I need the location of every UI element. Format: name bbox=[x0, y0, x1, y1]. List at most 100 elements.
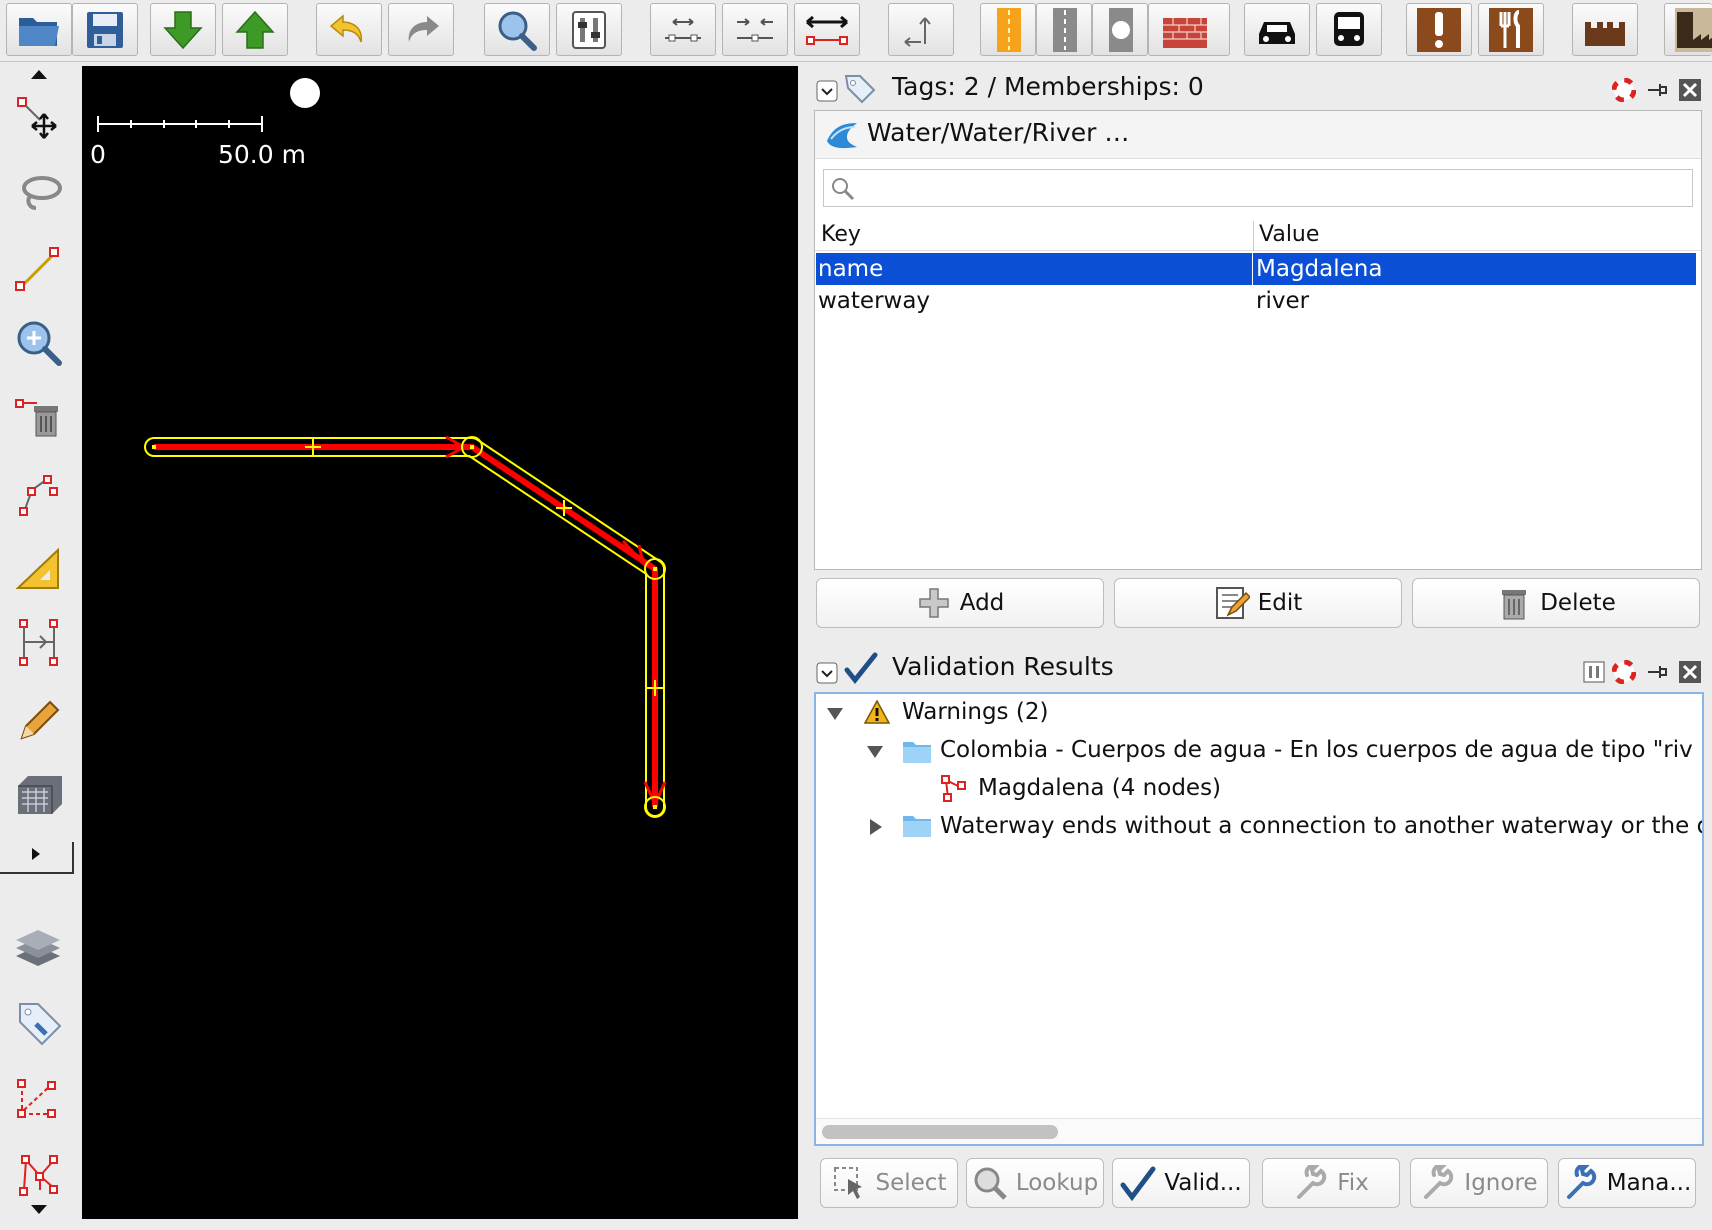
column-header-value[interactable]: Value bbox=[1259, 219, 1319, 251]
fix-button[interactable]: Fix bbox=[1262, 1158, 1400, 1208]
help-icon[interactable] bbox=[1612, 660, 1636, 684]
redo-icon[interactable] bbox=[388, 3, 454, 56]
toolbar-divider bbox=[0, 872, 74, 874]
merge-nodes-icon[interactable] bbox=[722, 3, 788, 56]
collapse-panel-icon[interactable] bbox=[816, 662, 838, 684]
wall-preset-icon[interactable] bbox=[1148, 3, 1230, 56]
building-icon[interactable] bbox=[10, 764, 68, 822]
preset-label: Water/Water/River … bbox=[867, 118, 1130, 147]
tag-value: Magdalena bbox=[1256, 256, 1383, 282]
relation-icon[interactable] bbox=[10, 1070, 68, 1128]
pin-icon[interactable] bbox=[1646, 660, 1670, 684]
select-button[interactable]: Select bbox=[820, 1158, 958, 1208]
zoom-tool-icon[interactable] bbox=[10, 314, 68, 372]
expand-toolbar-icon[interactable] bbox=[30, 846, 42, 862]
delete-tag-button[interactable]: Delete bbox=[1412, 578, 1700, 628]
edit-tag-label: Edit bbox=[1257, 590, 1303, 616]
scale-label: 50.0 m bbox=[218, 140, 306, 169]
collapse-arrow-icon[interactable] bbox=[866, 744, 884, 760]
lookup-button[interactable]: Lookup bbox=[966, 1158, 1104, 1208]
help-icon[interactable] bbox=[1612, 78, 1636, 102]
manage-label: Mana... bbox=[1606, 1170, 1692, 1196]
draw-icon[interactable] bbox=[10, 240, 68, 298]
folder-icon bbox=[903, 816, 931, 837]
warning-item-node[interactable]: Magdalena (4 nodes) bbox=[978, 775, 1221, 801]
restaurant-preset-icon[interactable] bbox=[1478, 3, 1544, 56]
table-row[interactable]: waterway river bbox=[816, 285, 1696, 317]
delete-tool-icon[interactable] bbox=[10, 388, 68, 446]
undo-icon[interactable] bbox=[316, 3, 382, 56]
trash-icon bbox=[1502, 590, 1527, 620]
tag-icon bbox=[844, 75, 876, 104]
scroll-up-icon[interactable] bbox=[30, 68, 48, 80]
emergency-preset-icon[interactable] bbox=[1406, 3, 1472, 56]
wrench-icon bbox=[1424, 1165, 1454, 1199]
scroll-down-icon[interactable] bbox=[30, 1204, 48, 1216]
column-header-key[interactable]: Key bbox=[821, 219, 861, 251]
reverse-way-icon[interactable] bbox=[888, 3, 954, 56]
add-tag-label: Add bbox=[959, 590, 1005, 616]
measure-icon[interactable] bbox=[10, 540, 68, 598]
lookup-icon bbox=[974, 1167, 1007, 1200]
tags-panel: Tags: 2 / Memberships: 0 Water/Water/Riv… bbox=[808, 66, 1708, 636]
tag-search-input[interactable] bbox=[823, 169, 1693, 207]
folder-icon bbox=[903, 742, 931, 763]
preset-header[interactable]: Water/Water/River … bbox=[815, 111, 1701, 159]
extrude-icon[interactable] bbox=[10, 614, 68, 672]
delete-tag-label: Delete bbox=[1540, 590, 1616, 616]
expand-arrow-icon[interactable] bbox=[868, 818, 884, 836]
castle-preset-icon[interactable] bbox=[1572, 3, 1638, 56]
preferences-icon[interactable] bbox=[1582, 660, 1606, 684]
warnings-node[interactable]: Warnings (2) bbox=[902, 699, 1048, 725]
close-panel-icon[interactable] bbox=[1678, 78, 1702, 102]
validator-icon[interactable] bbox=[10, 1146, 68, 1204]
car-preset-icon[interactable] bbox=[1244, 3, 1310, 56]
download-icon[interactable] bbox=[150, 3, 216, 56]
split-tool-icon[interactable] bbox=[10, 464, 68, 522]
map-canvas[interactable] bbox=[82, 66, 798, 1219]
tags-panel-body: Water/Water/River … Key Value name Magda… bbox=[814, 110, 1702, 570]
tags-icon[interactable] bbox=[10, 994, 68, 1052]
road-preset-icon[interactable] bbox=[980, 3, 1036, 56]
river-way[interactable] bbox=[144, 435, 667, 818]
pencil-icon[interactable] bbox=[10, 690, 68, 748]
split-way-icon[interactable] bbox=[794, 3, 860, 56]
warning-group-node[interactable]: Colombia - Cuerpos de agua - En los cuer… bbox=[940, 737, 1693, 763]
upload-icon[interactable] bbox=[222, 3, 288, 56]
horizontal-scrollbar[interactable] bbox=[816, 1118, 1702, 1144]
checkmark-icon bbox=[844, 652, 878, 685]
validation-tree[interactable]: Warnings (2) Colombia - Cuerpos de agua … bbox=[814, 692, 1704, 1146]
table-row[interactable]: name Magdalena bbox=[816, 253, 1696, 285]
align-nodes-icon[interactable] bbox=[650, 3, 716, 56]
tags-panel-title: Tags: 2 / Memberships: 0 bbox=[892, 72, 1204, 101]
zoom-icon[interactable] bbox=[484, 3, 550, 56]
preferences-icon[interactable] bbox=[556, 3, 622, 56]
manage-button[interactable]: Mana... bbox=[1558, 1158, 1696, 1208]
toolbar-divider-vertical bbox=[72, 842, 74, 874]
add-tag-button[interactable]: Add bbox=[816, 578, 1104, 628]
open-folder-icon[interactable] bbox=[6, 3, 72, 56]
lasso-icon[interactable] bbox=[10, 166, 68, 224]
collapse-panel-icon[interactable] bbox=[816, 80, 838, 102]
map-view[interactable]: 0 50.0 m bbox=[82, 66, 798, 1219]
close-panel-icon[interactable] bbox=[1678, 660, 1702, 684]
lookup-label: Lookup bbox=[1015, 1170, 1099, 1196]
save-icon[interactable] bbox=[72, 3, 138, 56]
validate-button[interactable]: Valid... bbox=[1112, 1158, 1250, 1208]
warning-group-node[interactable]: Waterway ends without a connection to an… bbox=[940, 813, 1702, 839]
collapse-arrow-icon[interactable] bbox=[826, 706, 844, 722]
pin-icon[interactable] bbox=[1646, 78, 1670, 102]
scrollbar-thumb[interactable] bbox=[822, 1125, 1058, 1139]
industrial-preset-icon[interactable] bbox=[1664, 3, 1712, 56]
bus-preset-icon[interactable] bbox=[1316, 3, 1382, 56]
ignore-button[interactable]: Ignore bbox=[1410, 1158, 1548, 1208]
wrench-icon bbox=[1566, 1165, 1596, 1199]
street-preset-icon[interactable] bbox=[1036, 3, 1092, 56]
roundabout-preset-icon[interactable] bbox=[1092, 3, 1148, 56]
select-icon[interactable] bbox=[10, 90, 68, 148]
layers-icon[interactable] bbox=[10, 920, 68, 978]
validation-panel: Validation Results Warnings (2) Colombia… bbox=[808, 648, 1708, 1222]
edit-tag-button[interactable]: Edit bbox=[1114, 578, 1402, 628]
select-icon bbox=[833, 1167, 862, 1199]
search-icon bbox=[832, 178, 855, 201]
